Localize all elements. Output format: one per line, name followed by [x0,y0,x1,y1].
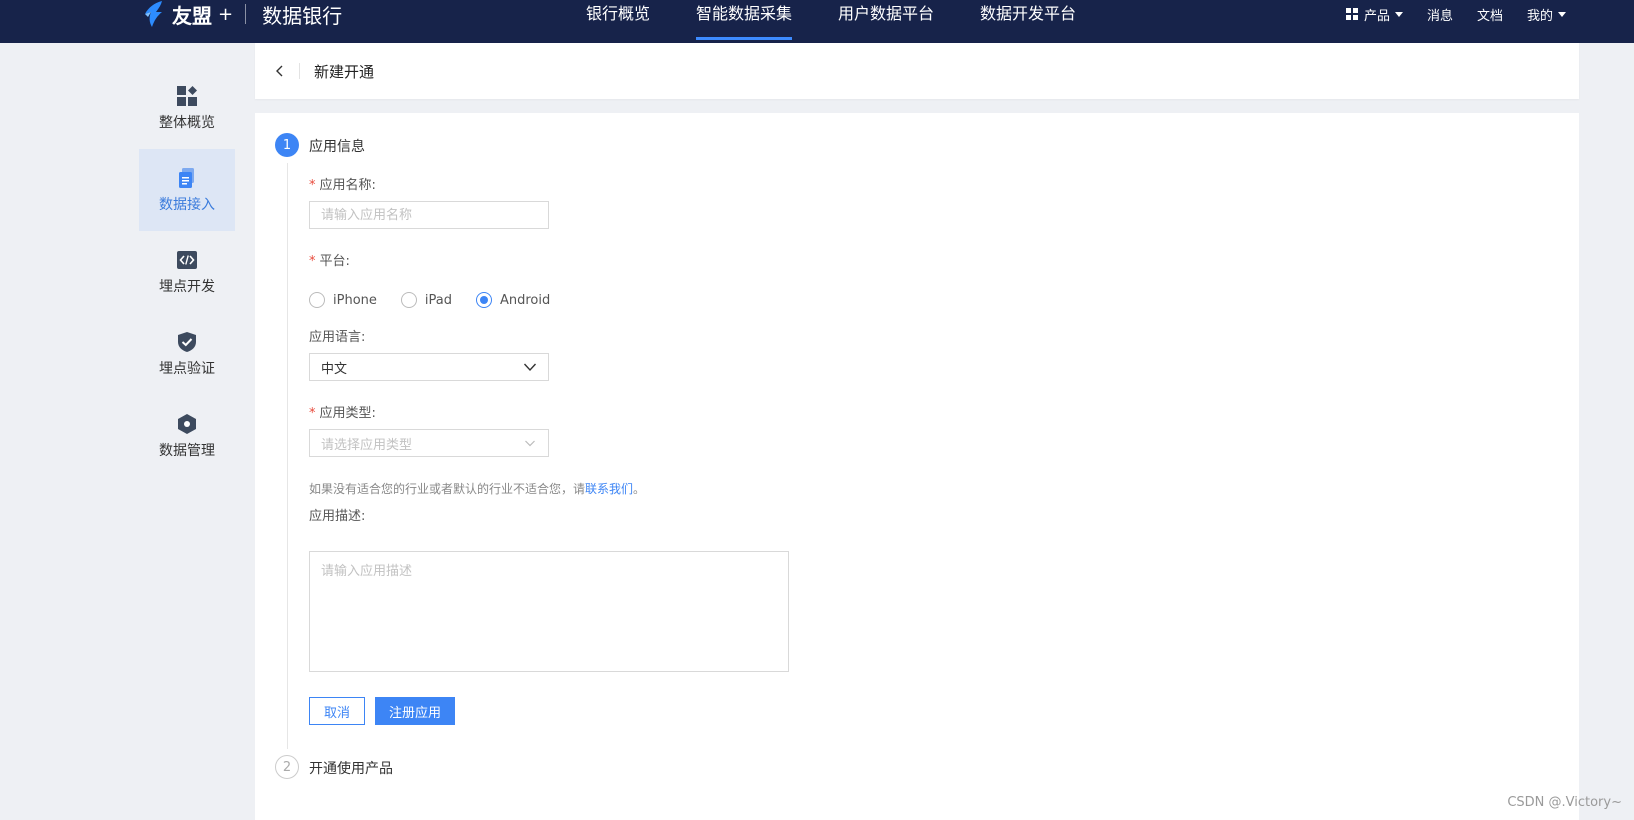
step-connector-line [287,163,288,749]
register-app-button[interactable]: 注册应用 [375,697,455,725]
step-2-title: 开通使用产品 [309,761,393,777]
grid-icon [1345,8,1358,20]
radio-android[interactable]: Android [475,292,551,308]
back-button[interactable] [271,62,289,80]
messages-link[interactable]: 消息 [1427,5,1453,24]
hint-text: 如果没有适合您的行业或者默认的行业不适合您，请 [309,482,586,496]
radio-iphone[interactable]: iPhone [309,292,377,308]
radio-label: iPad [424,292,452,308]
sidebar-item-data-access[interactable]: 数据接入 [139,149,235,231]
products-label: 产品 [1363,8,1390,24]
sidebar-item-label: 数据管理 [159,443,215,459]
app-type-hint: 如果没有适合您的行业或者默认的行业不适合您，请联系我们。 [309,480,645,497]
brand-plus: + [218,3,234,25]
radio-unchecked-icon [309,292,325,308]
app-name-label: * 应用名称: [309,174,376,193]
description-textarea[interactable] [309,551,789,672]
page-title: 新建开通 [314,62,375,81]
umeng-logo-icon [145,1,162,27]
header-divider [299,63,300,79]
sidebar-item-label: 整体概览 [159,115,215,131]
nav-user-data-platform[interactable]: 用户数据平台 [838,0,934,40]
language-select[interactable]: 中文 [309,353,549,381]
page-header: 新建开通 [255,43,1579,99]
chevron-left-icon [276,65,283,77]
sidebar: 整体概览 数据接入 埋点开发 埋点验证 数据管理 [139,67,235,477]
required-asterisk: * [309,254,316,269]
app-type-placeholder: 请选择应用类型 [321,437,413,453]
app-type-label-text: 应用类型: [319,406,376,421]
sidebar-item-overview[interactable]: 整体概览 [139,67,235,149]
sidebar-item-data-management[interactable]: 数据管理 [139,395,235,477]
nav-bank-overview[interactable]: 银行概览 [586,0,650,40]
sidebar-item-tracking-dev[interactable]: 埋点开发 [139,231,235,313]
docs-link[interactable]: 文档 [1477,5,1503,24]
required-asterisk: * [309,406,316,421]
platform-label-text: 平台: [319,254,350,269]
top-right-menu: 产品 消息 文档 我的 [1322,0,1634,28]
logo[interactable]: 友盟 + 数据银行 [140,0,342,28]
step-2-indicator: 2 [275,755,299,779]
document-icon [179,168,194,188]
logo-divider [245,4,247,24]
sidebar-item-label: 埋点验证 [159,361,215,377]
products-dropdown[interactable]: 产品 [1345,5,1403,24]
app-name-input[interactable] [309,201,549,229]
required-asterisk: * [309,178,316,193]
main-nav: 银行概览 智能数据采集 用户数据平台 数据开发平台 [586,0,1122,43]
dashboard-icon [177,86,197,106]
chevron-down-icon [523,363,537,372]
sidebar-item-label: 数据接入 [159,197,215,213]
radio-label: iPhone [333,292,377,308]
step-1-indicator: 1 [275,133,299,157]
radio-unchecked-icon [400,292,417,308]
shield-check-icon [178,332,196,352]
radio-checked-icon [475,292,492,308]
sidebar-item-label: 埋点开发 [159,279,215,295]
nav-data-dev-platform[interactable]: 数据开发平台 [980,0,1076,40]
radio-ipad[interactable]: iPad [400,292,452,308]
description-label: 应用描述: [309,509,366,524]
platform-label: * 平台: [309,250,350,269]
nav-smart-data-collection[interactable]: 智能数据采集 [696,0,793,40]
app-type-select[interactable]: 请选择应用类型 [309,429,549,457]
language-selected-value: 中文 [321,361,348,377]
chevron-down-icon [525,440,535,447]
hint-suffix: 。 [633,482,646,496]
caret-down-icon [1394,11,1403,17]
watermark: CSDN @.Victory~ [1507,795,1622,810]
top-navigation-bar: 友盟 + 数据银行 银行概览 智能数据采集 用户数据平台 数据开发平台 产品 消… [0,0,1634,43]
sidebar-item-tracking-verify[interactable]: 埋点验证 [139,313,235,395]
platform-radio-group: iPhone iPad Android [309,292,574,308]
language-label: 应用语言: [309,330,366,345]
caret-down-icon [1558,11,1566,17]
code-icon [177,251,197,269]
step-1-title: 应用信息 [309,139,365,155]
hexagon-icon [178,414,196,434]
brand-name: 友盟 [172,3,212,28]
contact-us-link[interactable]: 联系我们 [585,482,633,496]
radio-label: Android [499,292,551,308]
mine-label: 我的 [1526,8,1553,24]
app-name-label-text: 应用名称: [319,178,376,193]
cancel-button[interactable]: 取消 [309,697,365,725]
registration-form: 1 应用信息 *应用名称: *平台: iPhone iPad Android 应… [255,113,1579,820]
mine-dropdown[interactable]: 我的 [1527,5,1566,24]
app-type-label: * 应用类型: [309,402,376,421]
product-name: 数据银行 [262,3,343,28]
